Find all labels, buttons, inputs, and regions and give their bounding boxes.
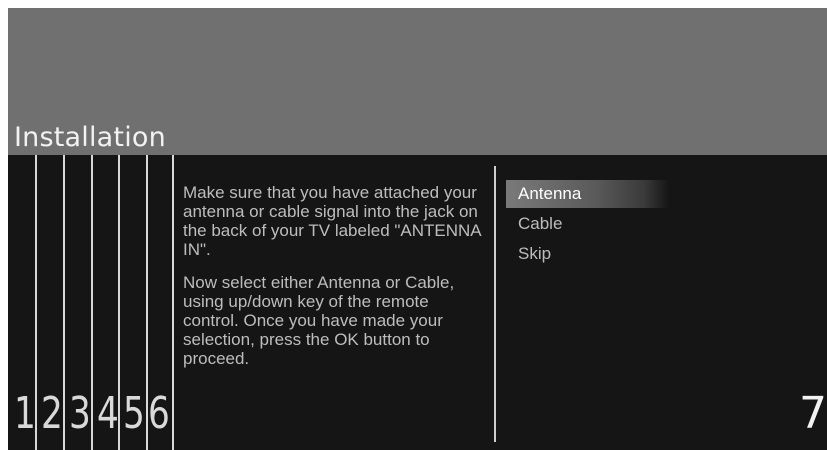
- step-divider: [172, 155, 174, 450]
- step-divider: [91, 155, 93, 450]
- tv-screen: Installation 1 2 3 4 5 6 Make sure that …: [8, 8, 827, 450]
- step-number-2: 2: [41, 388, 63, 439]
- step-number-6: 6: [148, 388, 170, 439]
- instructions-paragraph-1: Make sure that you have attached your an…: [183, 183, 481, 259]
- step-number-3: 3: [69, 388, 91, 439]
- instructions-text: Make sure that you have attached your an…: [183, 183, 488, 382]
- page-title: Installation: [14, 122, 166, 153]
- vertical-divider: [494, 166, 496, 442]
- step-divider: [63, 155, 65, 450]
- step-number-5: 5: [123, 388, 145, 439]
- instructions-paragraph-2: Now select either Antenna or Cable, usin…: [183, 273, 455, 368]
- page-number: 7: [799, 388, 827, 439]
- menu-item-cable[interactable]: Cable: [506, 210, 669, 238]
- menu-item-skip[interactable]: Skip: [506, 240, 669, 268]
- menu-item-antenna[interactable]: Antenna: [506, 180, 669, 208]
- signal-source-menu: Antenna Cable Skip: [506, 180, 669, 270]
- header-bar: Installation: [8, 8, 827, 155]
- step-number-4: 4: [97, 388, 119, 439]
- step-number-1: 1: [14, 388, 36, 439]
